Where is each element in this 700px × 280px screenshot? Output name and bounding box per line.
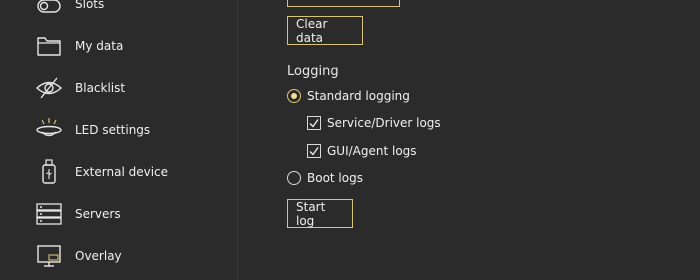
sidebar-item-servers[interactable]: Servers [0,196,237,232]
monitor-icon [34,241,64,271]
service-driver-logs-checkbox[interactable] [307,116,321,130]
service-driver-logs-row[interactable]: Service/Driver logs [307,116,441,130]
eye-off-icon [34,73,64,103]
sidebar-item-label: External device [75,165,169,179]
sidebar: Slots My data Blacklist LED settings Ext… [0,0,238,280]
sidebar-item-label: My data [75,39,124,53]
sidebar-item-label: Overlay [75,249,122,263]
boot-logs-radio-row[interactable]: Boot logs [287,171,363,185]
clear-data-button[interactable]: Clear data [287,16,363,45]
gui-agent-logs-label: GUI/Agent logs [327,144,417,158]
standard-logging-label: Standard logging [307,89,410,103]
toggle-icon [34,0,64,19]
led-icon [34,115,64,145]
sidebar-item-external-device[interactable]: External device [0,154,237,190]
standard-logging-radio[interactable] [287,89,301,103]
settings-panel: Clear data Logging Standard logging Serv… [238,0,700,280]
start-log-button[interactable]: Start log [287,199,353,228]
server-icon [34,199,64,229]
sidebar-item-label: Servers [75,207,121,221]
usb-device-icon [34,157,64,187]
sidebar-item-led-settings[interactable]: LED settings [0,112,237,148]
previous-action-button[interactable] [287,0,400,7]
sidebar-item-label: Slots [75,0,105,11]
logging-section-title: Logging [287,64,339,79]
gui-agent-logs-checkbox[interactable] [307,144,321,158]
folder-icon [34,31,64,61]
sidebar-item-slots[interactable]: Slots [0,0,237,22]
sidebar-item-overlay[interactable]: Overlay [0,238,237,274]
sidebar-item-blacklist[interactable]: Blacklist [0,70,237,106]
sidebar-item-my-data[interactable]: My data [0,28,237,64]
sidebar-item-label: Blacklist [75,81,126,95]
sidebar-item-label: LED settings [75,123,151,137]
gui-agent-logs-row[interactable]: GUI/Agent logs [307,144,417,158]
boot-logs-label: Boot logs [307,171,363,185]
standard-logging-radio-row[interactable]: Standard logging [287,89,410,103]
boot-logs-radio[interactable] [287,171,301,185]
service-driver-logs-label: Service/Driver logs [327,116,441,130]
